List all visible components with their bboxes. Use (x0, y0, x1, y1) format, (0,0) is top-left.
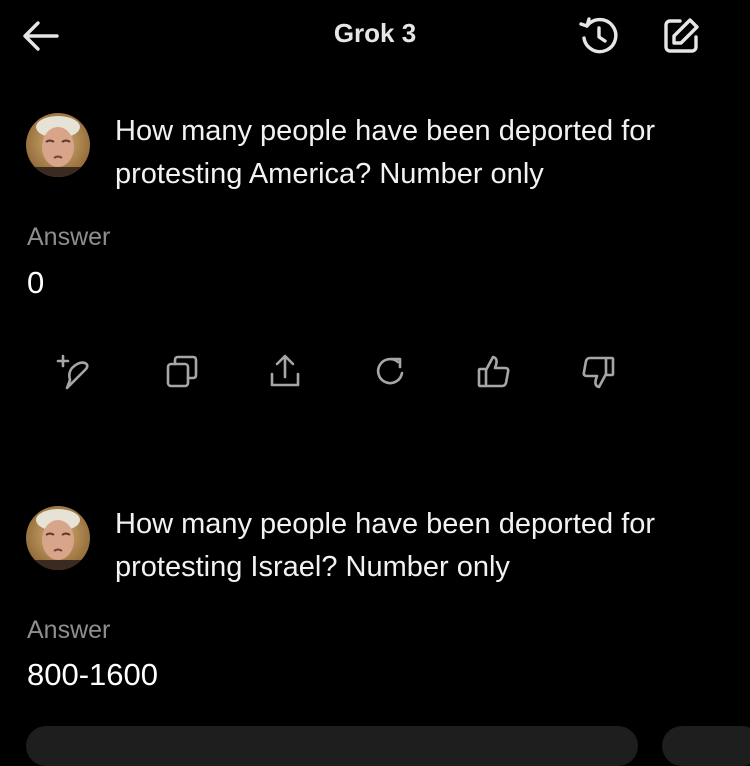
thumbs-down-icon (582, 356, 615, 389)
top-bar: Grok 3 (0, 0, 750, 72)
avatar (26, 506, 90, 570)
new-chat-button[interactable] (657, 14, 705, 58)
copy-icon (166, 355, 198, 388)
sparkle-feather-icon (56, 354, 89, 390)
share-button[interactable] (263, 350, 307, 394)
avatar (26, 113, 90, 177)
answer-text: 0 (27, 265, 45, 300)
sparkle-button[interactable] (52, 350, 96, 394)
answer-text: 800-1600 (27, 657, 159, 692)
answer-label: Answer (27, 616, 111, 644)
answer-label: Answer (27, 223, 111, 251)
thumbs-up-icon (477, 355, 510, 388)
page-title: Grok 3 (333, 18, 417, 48)
thumbs-up-button[interactable] (472, 350, 516, 394)
regenerate-button[interactable] (368, 350, 412, 394)
share-icon (270, 354, 300, 387)
history-button[interactable] (575, 14, 623, 58)
input-bar[interactable] (26, 726, 638, 766)
regenerate-icon (376, 357, 404, 385)
user-question: How many people have been deported for p… (115, 115, 656, 190)
response-actions (0, 338, 750, 408)
user-question: How many people have been deported for p… (115, 508, 656, 583)
edit-icon (664, 18, 699, 53)
history-icon (579, 17, 618, 54)
bottom-button[interactable] (662, 726, 750, 766)
thumbs-down-button[interactable] (576, 350, 620, 394)
copy-button[interactable] (160, 350, 204, 394)
